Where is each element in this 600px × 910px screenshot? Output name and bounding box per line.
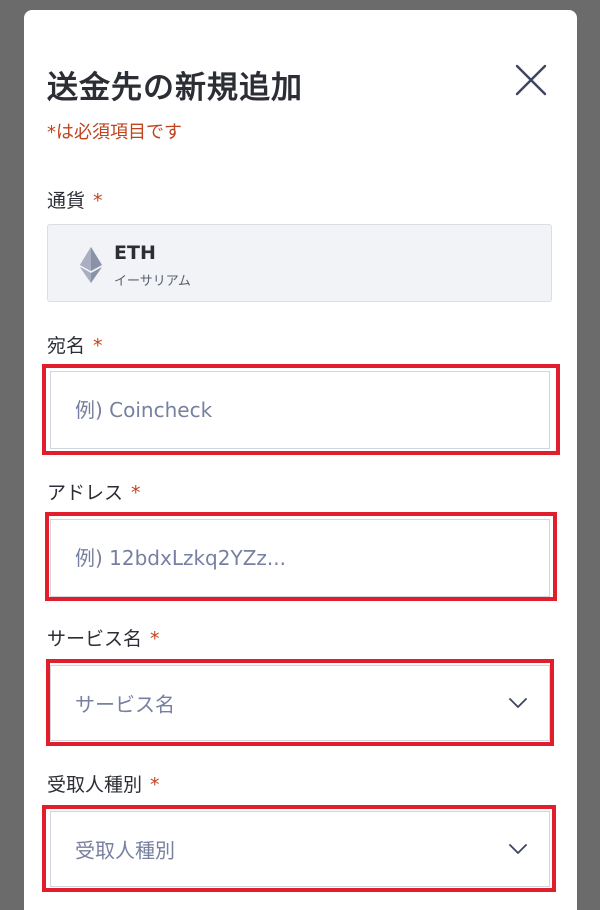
add-recipient-dialog: 送金先の新規追加 *は必須項目です 通貨 * ETH イーサリアム 宛名 * アドレ… xyxy=(24,10,577,910)
required-asterisk: * xyxy=(150,628,160,650)
currency-label: 通貨 * xyxy=(47,186,103,213)
currency-label-text: 通貨 xyxy=(47,190,86,212)
recipient-type-label: 受取人種別 * xyxy=(47,770,160,797)
highlight-frame xyxy=(46,659,554,746)
recipient-type-label-text: 受取人種別 xyxy=(47,774,143,796)
highlight-frame xyxy=(42,805,556,892)
close-icon xyxy=(515,64,547,96)
required-asterisk: * xyxy=(150,774,160,796)
service-name-label: サービス名 * xyxy=(47,624,160,651)
recipient-name-label: 宛名 * xyxy=(47,331,103,358)
service-name-label-text: サービス名 xyxy=(47,628,143,650)
address-label-text: アドレス xyxy=(47,482,124,504)
highlight-frame xyxy=(42,364,560,455)
highlight-frame xyxy=(45,512,557,601)
ethereum-icon xyxy=(80,247,102,283)
currency-code: ETH xyxy=(114,242,156,264)
address-label: アドレス * xyxy=(47,478,141,505)
close-button[interactable] xyxy=(513,62,549,98)
currency-display: ETH イーサリアム xyxy=(47,224,552,302)
required-asterisk: * xyxy=(93,335,103,357)
required-note: *は必須項目です xyxy=(47,122,182,143)
required-asterisk: * xyxy=(131,482,141,504)
currency-name: イーサリアム xyxy=(114,274,191,289)
dialog-title: 送金先の新規追加 xyxy=(47,70,303,106)
recipient-name-label-text: 宛名 xyxy=(47,335,86,357)
required-asterisk: * xyxy=(93,190,103,212)
